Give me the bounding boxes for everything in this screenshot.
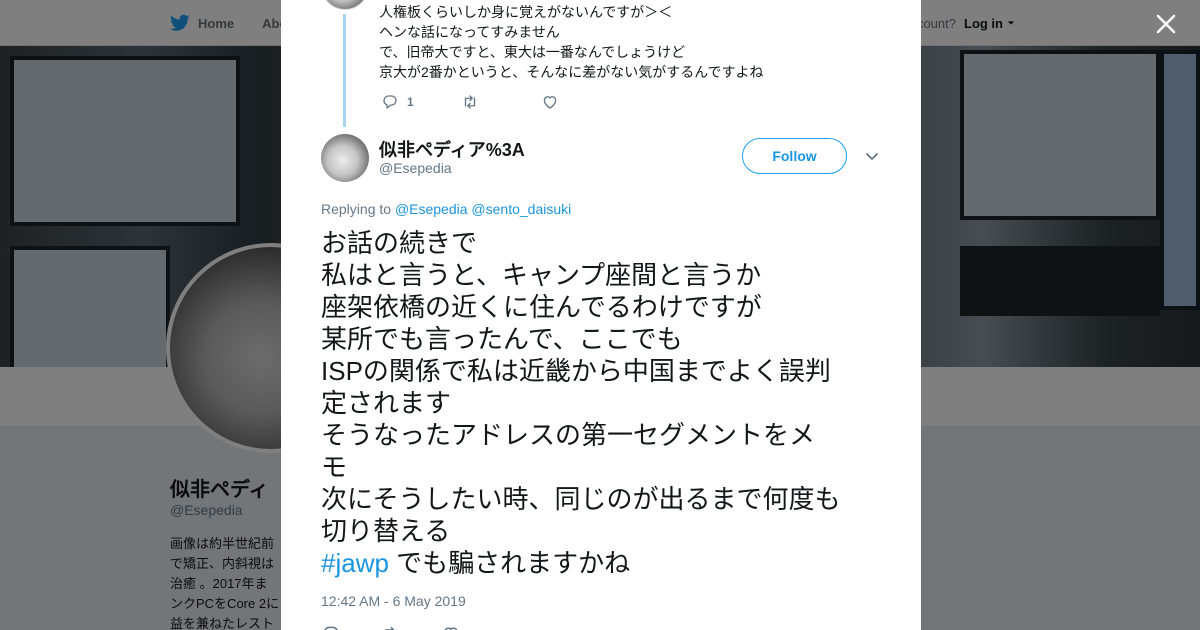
tweet-line: モ — [321, 452, 348, 482]
parent-reply-button[interactable]: 1 — [381, 92, 461, 112]
tweet-actions — [321, 624, 461, 630]
hashtag-link[interactable]: #jawp — [321, 548, 389, 578]
like-icon — [543, 96, 557, 109]
tweet-line: ISPの関係で私は近畿から中国までよく誤判 — [321, 356, 831, 386]
parent-tweet-line: で、旧帝大ですと、東大は一番なんでしょうけど — [379, 44, 686, 60]
parent-tweet-text: 人権板くらいしか身に覚えがないんですが＞＜ ヘンな話になってすみません で、旧帝… — [379, 2, 764, 82]
mention-link[interactable]: @Esepedia — [395, 201, 468, 217]
parent-retweet-button[interactable] — [461, 92, 541, 112]
parent-like-button[interactable] — [541, 92, 621, 112]
tweet-line: 切り替える — [321, 516, 451, 546]
tweet-line: 私はと言うと、キャンプ座間と言うか — [321, 260, 762, 290]
tweet-line: 次にそうしたい時、同じのが出るまで何度も — [321, 484, 841, 514]
tweet-timestamp[interactable]: 12:42 AM - 6 May 2019 — [321, 593, 466, 609]
parent-tweet-avatar[interactable] — [321, 0, 369, 10]
retweet-icon[interactable] — [381, 624, 401, 630]
retweet-icon — [464, 95, 476, 109]
tweet-modal: 人権板くらいしか身に覚えがないんですが＞＜ ヘンな話になってすみません で、旧帝… — [281, 0, 921, 630]
reply-icon[interactable] — [321, 624, 341, 630]
chevron-down-icon[interactable] — [864, 148, 880, 164]
parent-tweet-line: ヘンな話になってすみません — [379, 24, 560, 40]
parent-tweet-line: 人権板くらいしか身に覚えがないんですが＞＜ — [379, 4, 673, 20]
tweet-line: 某所でも言ったんで、ここでも — [321, 324, 683, 354]
close-icon[interactable] — [1152, 10, 1180, 38]
parent-reply-count: 1 — [407, 95, 414, 109]
parent-tweet-line: 京大が2番かというと、そんなに差がない気がするんですよね — [379, 64, 764, 80]
tweet-line-tail: でも騙されますかね — [388, 548, 631, 578]
thread-connector — [343, 14, 346, 127]
tweet-line: 座架依橋の近くに住んでるわけですが — [321, 292, 762, 322]
replying-prefix: Replying to — [321, 201, 392, 217]
tweet-line: そうなったアドレスの第一セグメントをメ — [321, 420, 816, 450]
author-avatar[interactable] — [321, 134, 369, 182]
tweet-text: お話の続きで 私はと言うと、キャンプ座間と言うか 座架依橋の近くに住んでるわけで… — [321, 227, 891, 579]
author-handle[interactable]: @Esepedia — [379, 160, 452, 176]
mention-link[interactable]: @sento_daisuki — [471, 201, 571, 217]
like-icon[interactable] — [441, 624, 461, 630]
parent-tweet-actions: 1 — [381, 92, 621, 112]
author-name[interactable]: 似非ペディア%3A — [379, 136, 525, 162]
tweet-last-line: #jawp でも騙されますかね — [321, 547, 891, 579]
tweet-line: 定されます — [321, 388, 452, 418]
reply-icon — [383, 95, 397, 109]
replying-to: Replying to @Esepedia @sento_daisuki — [321, 201, 571, 217]
follow-button[interactable]: Follow — [742, 138, 847, 174]
tweet-line: お話の続きで — [321, 228, 478, 258]
